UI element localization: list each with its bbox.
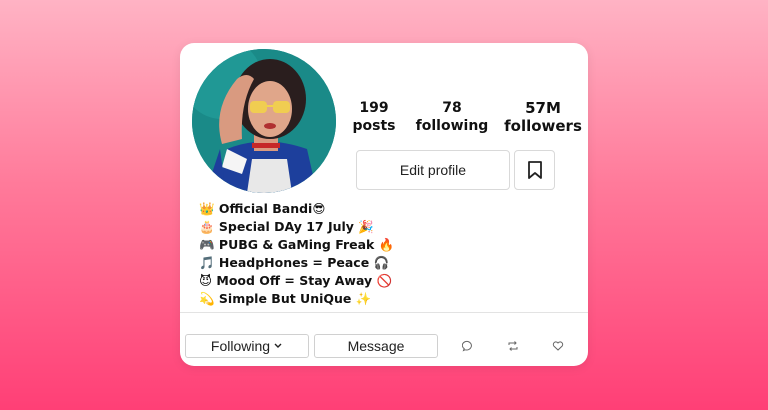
edit-profile-label: Edit profile xyxy=(399,162,467,178)
followers-label: followers xyxy=(504,117,582,135)
repost-icon[interactable] xyxy=(507,340,519,352)
bio: 👑 Official Bandi😎 🎂 Special DAy 17 July … xyxy=(199,200,394,308)
following-stat[interactable]: 78 following xyxy=(414,99,490,135)
bio-line: 😈 Mood Off = Stay Away 🚫 xyxy=(199,273,393,288)
followers-stat[interactable]: 57M followers xyxy=(504,99,582,135)
avatar[interactable] xyxy=(192,49,336,193)
following-label: following xyxy=(415,118,489,134)
profile-card: 199 posts 78 following 57M followers Edi… xyxy=(180,43,588,366)
bookmark-icon xyxy=(527,161,542,179)
comment-icon[interactable] xyxy=(462,340,474,352)
following-count: 78 xyxy=(442,100,462,116)
followers-count: 57M xyxy=(525,99,561,117)
chevron-down-icon xyxy=(274,343,282,348)
posts-stat[interactable]: 199 posts xyxy=(352,99,396,135)
divider xyxy=(180,312,588,313)
bookmark-button[interactable] xyxy=(514,150,555,190)
heart-icon[interactable] xyxy=(552,340,564,352)
bio-line: 🎂 Special DAy 17 July 🎉 xyxy=(199,219,374,234)
posts-count: 199 xyxy=(359,100,389,116)
bio-line: 🎵 HeadpHones = Peace 🎧 xyxy=(199,255,390,270)
posts-label: posts xyxy=(352,118,396,134)
following-button-label: Following xyxy=(210,338,271,354)
edit-profile-button[interactable]: Edit profile xyxy=(356,150,510,190)
avatar-photo xyxy=(192,49,336,193)
bio-line: 🎮 PUBG & GaMing Freak 🔥 xyxy=(199,237,395,252)
bio-line: 👑 Official Bandi😎 xyxy=(199,201,326,216)
following-button[interactable]: Following xyxy=(185,334,309,358)
bio-line: 💫 Simple But UniQue ✨ xyxy=(199,291,372,306)
message-button-label: Message xyxy=(347,338,405,354)
message-button[interactable]: Message xyxy=(314,334,438,358)
